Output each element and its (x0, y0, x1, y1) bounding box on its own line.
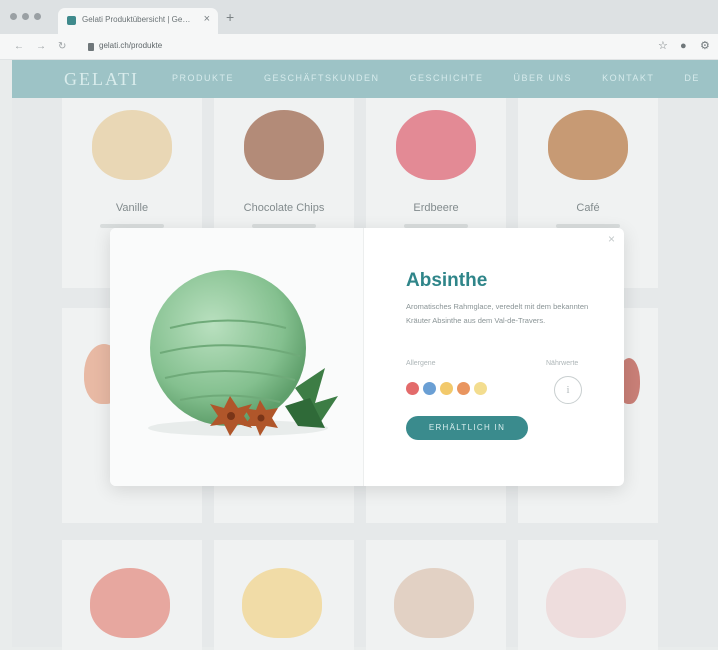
product-card[interactable] (366, 540, 506, 650)
product-image (548, 110, 628, 180)
allergen-egg-icon (474, 382, 487, 395)
product-image (394, 568, 474, 638)
modal-close-icon[interactable]: × (608, 232, 615, 246)
product-image (92, 110, 172, 180)
allergens-label: Allergene (406, 360, 436, 367)
main-navigation: PRODUKTE GESCHÄFTSKUNDEN GESCHICHTE ÜBER… (172, 73, 700, 83)
browser-tab[interactable]: Gelati Produktübersicht | Gelati × (58, 8, 218, 34)
nutrition-info-button[interactable]: i (554, 376, 582, 404)
lock-icon (88, 43, 94, 51)
reload-icon[interactable]: ↻ (58, 41, 66, 53)
product-name: Erdbeere (413, 202, 459, 214)
product-image (242, 568, 322, 638)
product-name: Chocolate Chips (243, 202, 325, 214)
product-card[interactable] (518, 540, 658, 650)
allergen-water-icon (423, 382, 436, 395)
nav-item-produkte[interactable]: PRODUKTE (172, 73, 234, 83)
product-image (90, 568, 170, 638)
account-icon[interactable]: ● (680, 40, 687, 53)
absinthe-scoop-image (148, 270, 338, 436)
nav-item-geschichte[interactable]: GESCHICHTE (410, 73, 484, 83)
new-tab-button[interactable]: + (226, 10, 234, 24)
nav-item-geschaeftskunden[interactable]: GESCHÄFTSKUNDEN (264, 73, 380, 83)
allergen-milk-icon (406, 382, 419, 395)
availability-button[interactable]: ERHÄLTLICH IN (406, 416, 528, 440)
window-maximize-dot[interactable] (34, 13, 41, 20)
product-image (244, 110, 324, 180)
nutrition-label: Nährwerte (546, 360, 579, 367)
forward-arrow-icon[interactable]: → (36, 41, 46, 53)
flavor-description: Aromatisches Rahmglace, veredelt mit dem… (406, 302, 589, 325)
product-card[interactable] (214, 540, 354, 650)
nav-item-ueber-uns[interactable]: ÜBER UNS (514, 73, 573, 83)
window-close-dot[interactable] (10, 13, 17, 20)
allergen-alcohol-icon (457, 382, 470, 395)
star-icon[interactable]: ☆ (658, 40, 668, 53)
product-name: Vanille (115, 202, 149, 214)
modal-image-panel (110, 228, 364, 486)
window-minimize-dot[interactable] (22, 13, 29, 20)
favicon-icon (67, 16, 76, 25)
nav-item-kontakt[interactable]: KONTAKT (602, 73, 654, 83)
url-field[interactable]: gelati.ch/produkte (99, 41, 162, 50)
product-card[interactable] (62, 540, 202, 650)
flavor-title: Absinthe (406, 270, 488, 291)
allergen-gluten-icon (440, 382, 453, 395)
browser-tab-bar: Gelati Produktübersicht | Gelati × + (0, 0, 718, 34)
nav-item-language[interactable]: DE (684, 73, 700, 83)
tab-close-icon[interactable]: × (204, 13, 210, 25)
site-logo[interactable]: GELATI (64, 69, 139, 90)
product-image (396, 110, 476, 180)
product-image (546, 568, 626, 638)
product-name: Café (576, 202, 600, 214)
address-bar: ← → ↻ gelati.ch/produkte ☆ ● ⚙ (0, 34, 718, 60)
product-detail-modal: × Absinthe Aromatisches Rahmglace, vered… (110, 228, 624, 486)
back-arrow-icon[interactable]: ← (14, 41, 24, 53)
settings-icon[interactable]: ⚙ (700, 40, 710, 53)
site-header: GELATI PRODUKTE GESCHÄFTSKUNDEN GESCHICH… (12, 60, 718, 98)
tab-title: Gelati Produktübersicht | Gelati (82, 15, 192, 24)
